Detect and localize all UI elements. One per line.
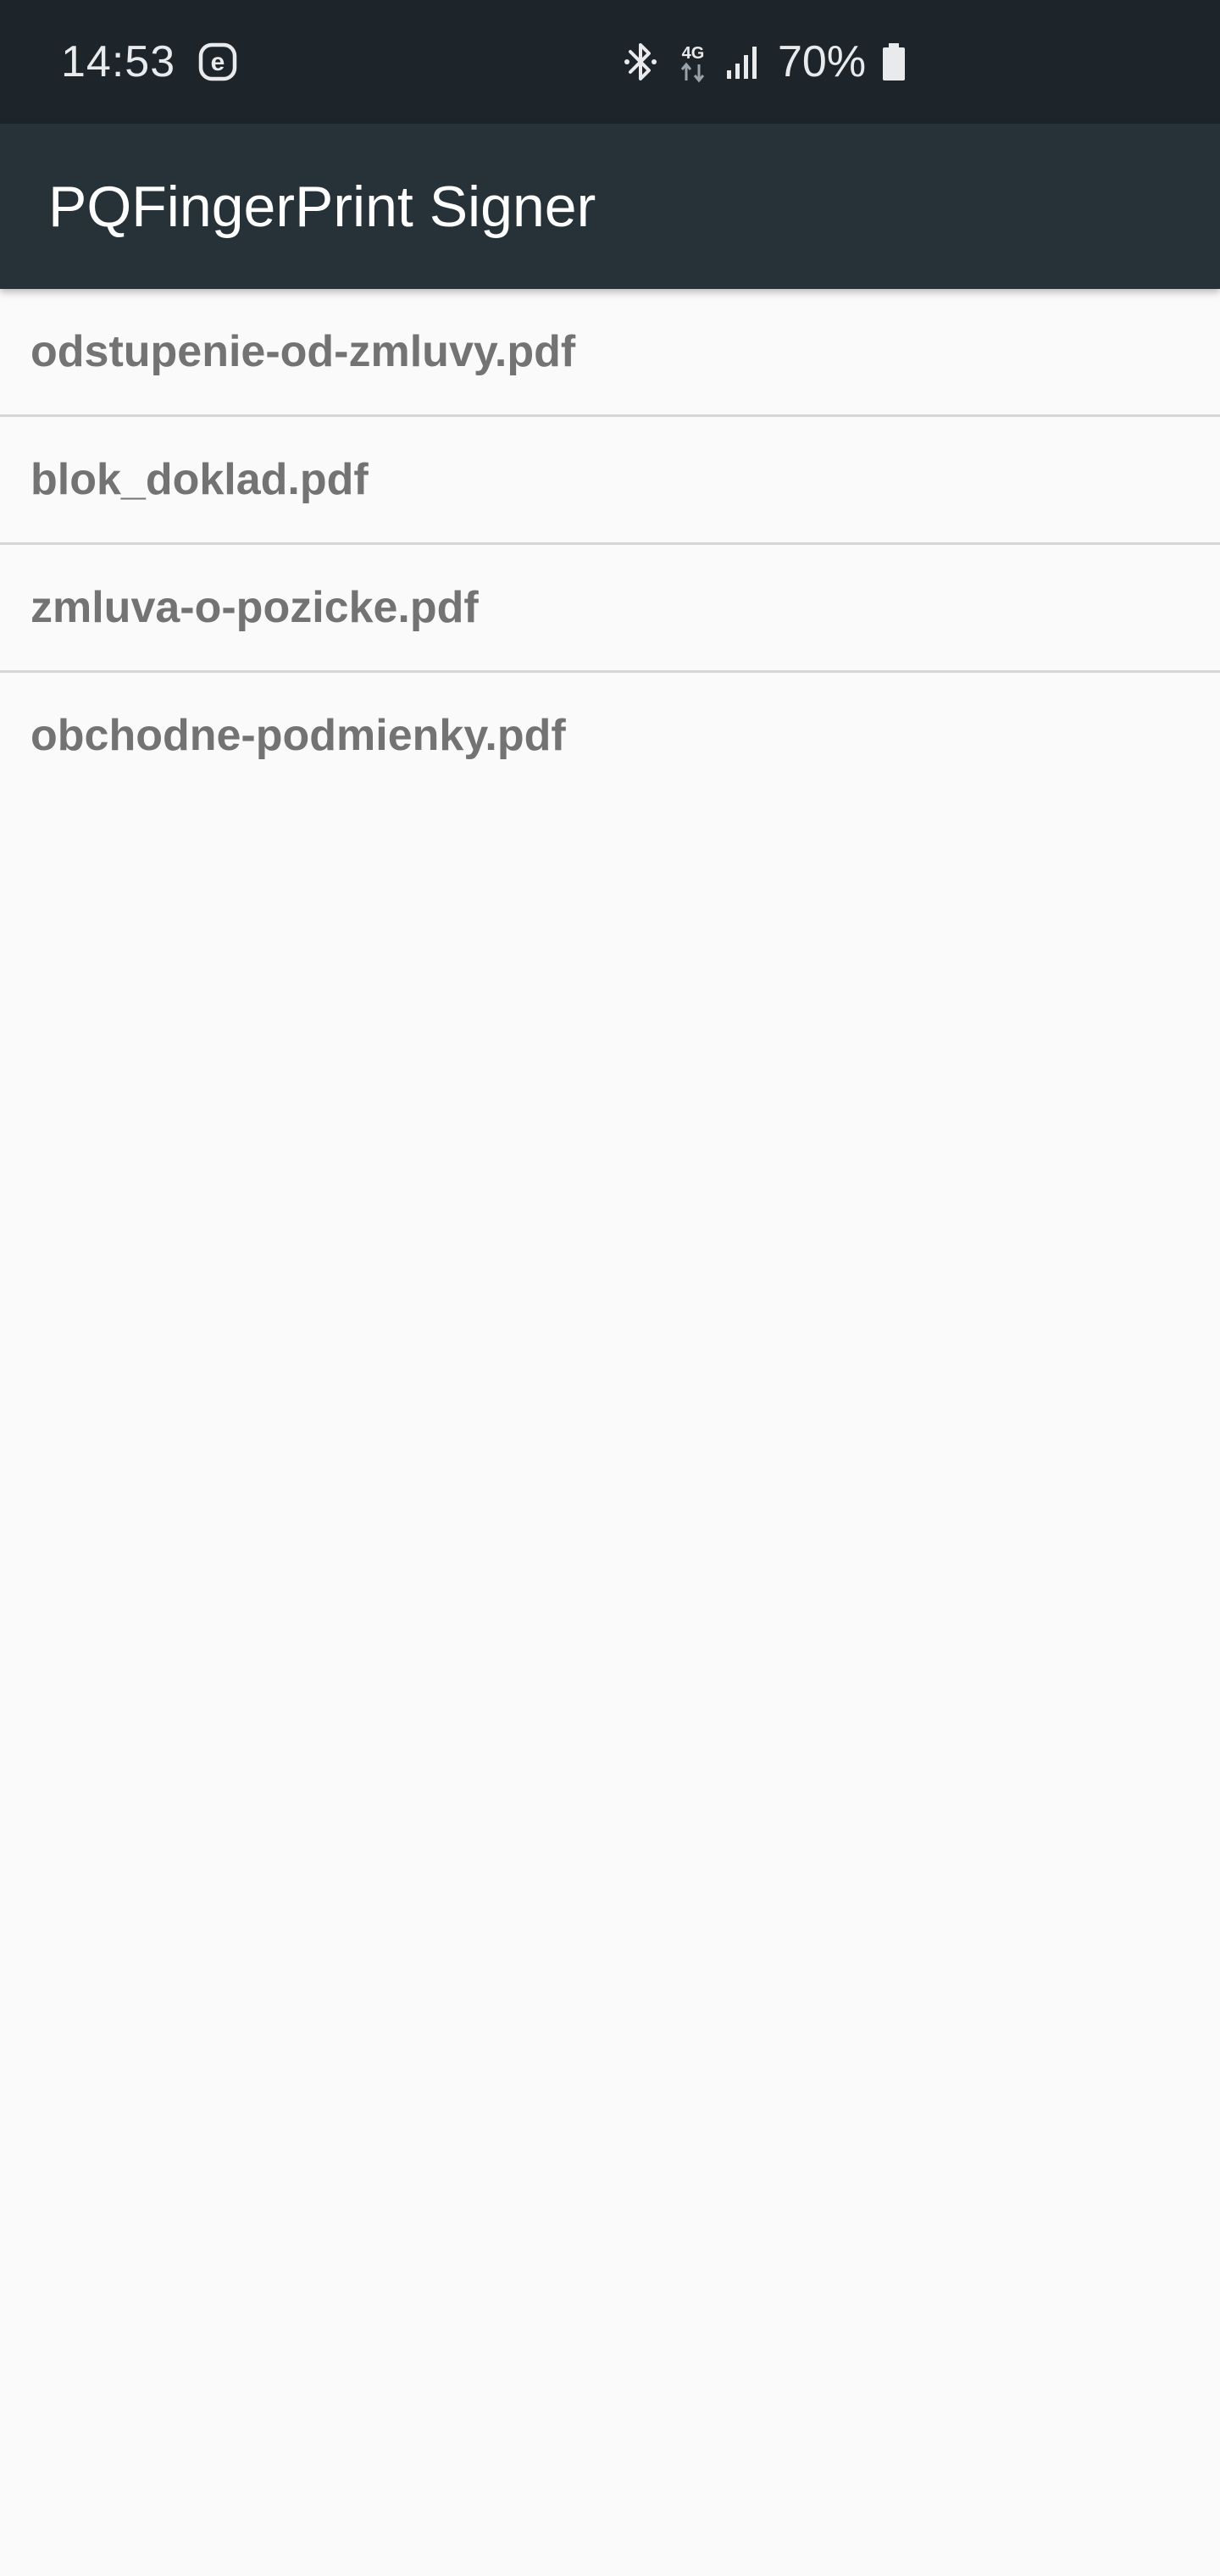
- file-name: zmluva-o-pozicke.pdf: [30, 583, 479, 632]
- signal-bars-icon: [725, 40, 762, 84]
- status-left: 14:53 e: [61, 0, 238, 124]
- list-item[interactable]: odstupenie-od-zmluvy.pdf: [0, 289, 1220, 417]
- bluetooth-icon: [620, 40, 661, 84]
- list-item[interactable]: zmluva-o-pozicke.pdf: [0, 545, 1220, 673]
- network-type-label: 4G: [682, 44, 705, 63]
- status-time: 14:53: [61, 37, 176, 86]
- svg-text:e: e: [211, 48, 225, 76]
- file-list: odstupenie-od-zmluvy.pdf blok_doklad.pdf…: [0, 289, 1220, 798]
- file-name: obchodne-podmienky.pdf: [30, 711, 566, 760]
- app-bar: PQFingerPrint Signer: [0, 124, 1220, 289]
- list-item[interactable]: blok_doklad.pdf: [0, 417, 1220, 545]
- battery-icon: [881, 42, 907, 82]
- e-circle-icon: e: [197, 42, 238, 82]
- battery-percent: 70%: [778, 37, 867, 86]
- app-title: PQFingerPrint Signer: [48, 174, 596, 239]
- data-arrows-icon: 4G: [676, 40, 710, 84]
- file-name: odstupenie-od-zmluvy.pdf: [30, 327, 576, 376]
- file-name: blok_doklad.pdf: [30, 455, 369, 504]
- list-item[interactable]: obchodne-podmienky.pdf: [0, 673, 1220, 798]
- status-bar: 14:53 e 4G 70%: [0, 0, 1220, 124]
- status-icons: 4G 70%: [620, 0, 907, 124]
